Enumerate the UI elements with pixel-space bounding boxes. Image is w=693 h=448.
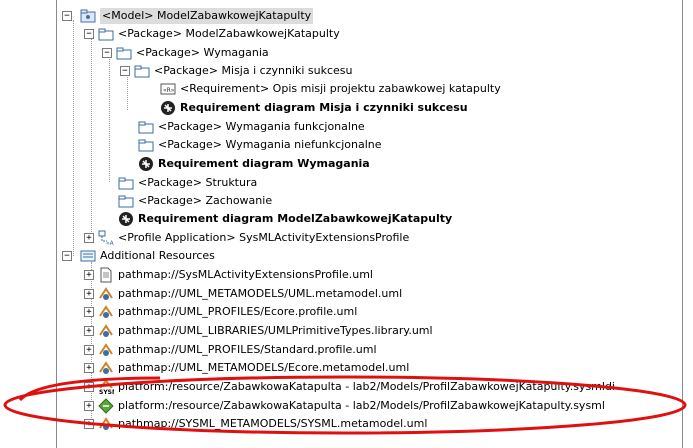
- tree-item-profile-application[interactable]: «A» <Profile Application> SysMLActivityE…: [98, 229, 409, 247]
- tree-item-label: pathmap://UML_METAMODELS/UML.metamodel.u…: [118, 287, 403, 300]
- expand-toggle[interactable]: +: [84, 289, 94, 299]
- red-highlight-ellipse: [3, 375, 687, 435]
- tree-item-resource[interactable]: pathmap://UML_METAMODELS/UML.metamodel.u…: [98, 285, 402, 303]
- svg-text:«R»: «R»: [163, 87, 175, 94]
- tree-item-package-zachowanie[interactable]: <Package> Zachowanie: [118, 192, 272, 210]
- tree-item-label: <Requirement> Opis misji projektu zabawk…: [180, 82, 501, 95]
- package-icon: [116, 45, 132, 61]
- tree-item-package-misja[interactable]: <Package> Misja i czynniki sukcesu: [134, 62, 353, 80]
- tree-item-label: <Package> Wymagania funkcjonalne: [158, 120, 365, 133]
- uml-resource-icon: [98, 323, 114, 339]
- package-icon: [118, 175, 134, 191]
- tree-item-diagram-wymagania[interactable]: Requirement diagram Wymagania: [138, 155, 370, 173]
- package-icon: [98, 26, 114, 42]
- tree-item-diagram-model[interactable]: Requirement diagram ModelZabawkowejKatap…: [118, 210, 452, 228]
- tree-item-label: <Package> Misja i czynniki sukcesu: [154, 64, 353, 77]
- uml-resource-icon: [98, 286, 114, 302]
- tree-item-label: Requirement diagram ModelZabawkowejKatap…: [138, 212, 453, 225]
- tree-item-resource[interactable]: pathmap://UML_LIBRARIES/UMLPrimitiveType…: [98, 322, 433, 340]
- tree-item-package-funkcjonalne[interactable]: <Package> Wymagania funkcjonalne: [138, 118, 365, 136]
- tree-item-label: <Package> Zachowanie: [138, 194, 273, 207]
- tree-item-label: pathmap://SysMLActivityExtensionsProfile…: [118, 268, 373, 281]
- tree-item-label: <Profile Application> SysMLActivityExten…: [118, 231, 410, 244]
- tree-item-label: Additional Resources: [100, 249, 215, 262]
- tree-item-resource[interactable]: pathmap://UML_PROFILES/Standard.profile.…: [98, 341, 377, 359]
- tree-item-resource[interactable]: pathmap://UML_PROFILES/Ecore.profile.uml: [98, 303, 357, 321]
- package-icon: [138, 119, 154, 135]
- expand-toggle[interactable]: +: [84, 307, 94, 317]
- tree-item-requirement[interactable]: «R» <Requirement> Opis misji projektu za…: [160, 80, 501, 98]
- profile-application-icon: «A»: [98, 230, 118, 247]
- svg-text:«A»: «A»: [106, 240, 114, 246]
- tree-item-additional-resources[interactable]: Additional Resources: [80, 247, 215, 265]
- model-icon: [80, 8, 96, 24]
- collapse-toggle[interactable]: −: [120, 66, 130, 76]
- collapse-toggle[interactable]: −: [62, 11, 72, 21]
- requirement-icon: «R»: [160, 81, 176, 97]
- tree-item-package-model[interactable]: <Package> ModelZabawkowejKatapulty: [98, 25, 340, 43]
- tree-item-resource[interactable]: pathmap://SysMLActivityExtensionsProfile…: [98, 266, 373, 284]
- uml-resource-icon: [98, 304, 114, 320]
- expand-toggle[interactable]: +: [84, 326, 94, 336]
- tree-item-label: pathmap://UML_PROFILES/Standard.profile.…: [118, 343, 377, 356]
- tree-item-package-struktura[interactable]: <Package> Struktura: [118, 174, 257, 192]
- package-icon: [134, 63, 150, 79]
- package-icon: [118, 193, 134, 209]
- tree-item-label: <Model> ModelZabawkowejKatapulty: [100, 8, 314, 24]
- tree-item-label: <Package> ModelZabawkowejKatapulty: [118, 27, 340, 40]
- tree-item-label: <Package> Wymagania niefunkcjonalne: [158, 138, 382, 151]
- tree-item-label: pathmap://UML_LIBRARIES/UMLPrimitiveType…: [118, 324, 433, 337]
- diagram-icon: [138, 156, 154, 172]
- diagram-icon: [118, 211, 134, 227]
- uml-file-icon: [98, 267, 114, 283]
- tree-item-label: Requirement diagram Misja i czynniki suk…: [180, 101, 468, 114]
- resources-icon: [80, 248, 96, 264]
- tree-item-label: Requirement diagram Wymagania: [158, 157, 370, 170]
- package-icon: [138, 137, 154, 153]
- diagram-icon: [160, 100, 176, 116]
- collapse-toggle[interactable]: −: [102, 48, 112, 58]
- expand-toggle[interactable]: +: [84, 233, 94, 243]
- tree-item-label: <Package> Struktura: [138, 176, 258, 189]
- expand-toggle[interactable]: +: [84, 345, 94, 355]
- tree-item-label: pathmap://UML_PROFILES/Ecore.profile.uml: [118, 305, 358, 318]
- tree-item-label: <Package> Wymagania: [136, 46, 269, 59]
- collapse-toggle[interactable]: −: [84, 29, 94, 39]
- tree-item-package-niefunkcjonalne[interactable]: <Package> Wymagania niefunkcjonalne: [138, 136, 382, 154]
- uml-resource-icon: [98, 342, 114, 358]
- collapse-toggle[interactable]: −: [62, 251, 72, 261]
- expand-toggle[interactable]: +: [84, 270, 94, 280]
- tree-item-package-wymagania[interactable]: <Package> Wymagania: [116, 44, 269, 62]
- tree-item-model[interactable]: <Model> ModelZabawkowejKatapulty: [80, 7, 314, 25]
- tree-item-diagram-misja[interactable]: Requirement diagram Misja i czynniki suk…: [160, 99, 468, 117]
